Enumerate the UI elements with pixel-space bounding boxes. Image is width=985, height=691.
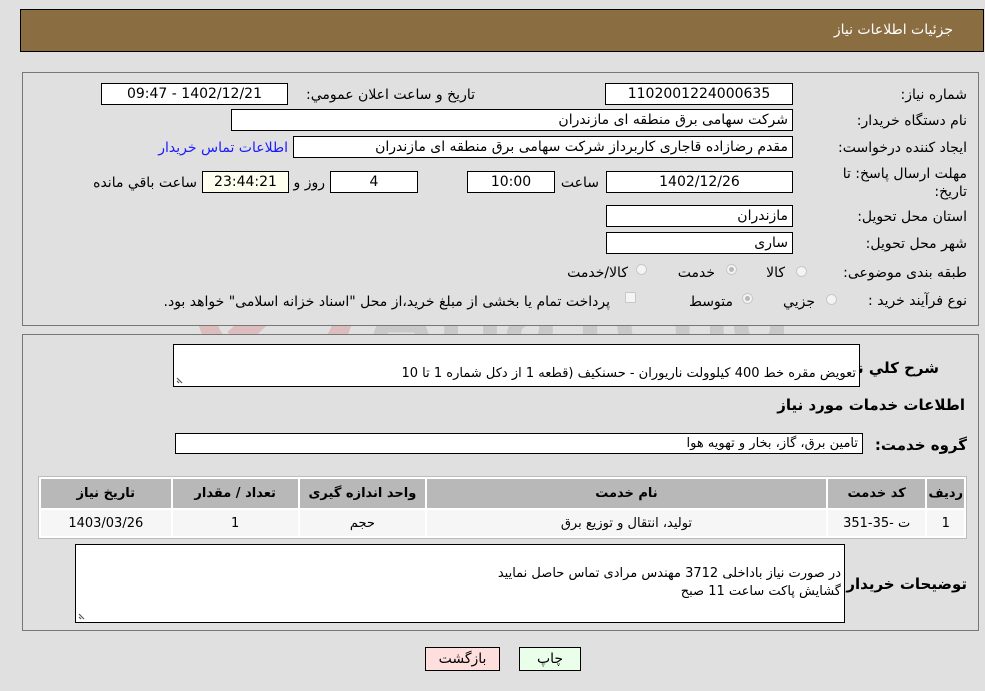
need-number-field: 1102001224000635 [605, 83, 793, 105]
buyer-contact-link[interactable]: اطلاعات تماس خریدار [158, 140, 288, 156]
description-textarea[interactable]: تعویض مقره خط 400 کیلوولت ناریوران - حسن… [173, 344, 860, 387]
province-label: استان محل تحویل: [857, 209, 967, 225]
page-header: جزئیات اطلاعات نیاز [20, 9, 984, 52]
cell-service-code: ت -35-351 [827, 510, 926, 536]
days-remaining-field: 4 [330, 171, 418, 193]
services-section-title: اطلاعات خدمات مورد نياز [777, 396, 965, 414]
buyer-notes-textarea[interactable]: در صورت نیاز باداخلی 3712 مهندس مرادی تم… [75, 544, 845, 623]
cell-row-number: 1 [927, 510, 964, 536]
category-label: طبقه بندی موضوعی: [843, 265, 967, 281]
days-label: روز و [293, 175, 326, 191]
service-group-field: تامین برق، گاز، بخار و تهویه هوا [175, 433, 863, 454]
services-table: رديف كد خدمت نام خدمت واحد اندازه گيری ت… [38, 476, 967, 539]
cell-quantity: 1 [172, 510, 298, 536]
need-number-label: شماره نیاز: [900, 87, 968, 103]
category-radio-service[interactable] [726, 264, 737, 275]
deadline-date-field: 1402/12/26 [606, 171, 793, 193]
purchase-type-option-medium: متوسط [689, 294, 733, 310]
purchase-type-radio-medium[interactable] [742, 293, 753, 304]
col-header-service-code: كد خدمت [827, 479, 926, 508]
deadline-time-field: 10:00 [467, 171, 555, 193]
service-group-label: گروه خدمت: [874, 436, 967, 454]
page-title: جزئیات اطلاعات نیاز [833, 22, 953, 38]
category-radio-goods[interactable] [796, 266, 807, 277]
print-button[interactable]: چاپ [519, 647, 581, 671]
cell-service-name: تولید، انتقال و توزیع برق [427, 510, 826, 536]
requester-label: ایجاد کننده درخواست: [838, 140, 967, 156]
resize-grip-icon[interactable] [176, 374, 186, 384]
purchase-type-radio-minor[interactable] [826, 294, 837, 305]
announce-datetime-label: تاریخ و ساعت اعلان عمومي: [306, 87, 475, 103]
col-header-row-number: رديف [927, 479, 964, 508]
col-header-quantity: تعداد / مقدار [172, 479, 298, 508]
city-label: شهر محل تحویل: [865, 236, 967, 252]
treasury-note: پرداخت تمام یا بخشی از مبلغ خرید،از محل … [163, 294, 610, 310]
time-remaining-label: ساعت باقي مانده [93, 175, 197, 191]
cell-need-date: 1403/03/26 [41, 510, 171, 536]
table-row: 1 ت -35-351 تولید، انتقال و توزیع برق حج… [41, 510, 964, 536]
city-field: ساری [606, 232, 793, 254]
buyer-org-label: نام دستگاه خریدار: [856, 113, 967, 129]
col-header-service-name: نام خدمت [427, 479, 826, 508]
deadline-time-label: ساعت [560, 175, 599, 191]
purchase-type-label: نوع فرآیند خرید : [868, 293, 967, 309]
deadline-label: مهلت ارسال پاسخ: تا تاریخ: [842, 166, 967, 200]
category-option-goods-service: کالا/خدمت [567, 265, 628, 281]
purchase-type-option-minor: جزيي [783, 294, 815, 310]
description-text: تعویض مقره خط 400 کیلوولت ناریوران - حسن… [401, 366, 857, 381]
buyer-notes-label: توضيحات خريدار: [840, 575, 967, 593]
col-header-unit: واحد اندازه گيری [299, 479, 426, 508]
announce-datetime-field: 1402/12/21 - 09:47 [101, 83, 288, 105]
buyer-org-field: شرکت سهامی برق منطقه ای مازندران [231, 109, 793, 131]
treasury-checkbox[interactable] [625, 292, 636, 303]
resize-grip-icon[interactable] [78, 610, 88, 620]
province-field: مازندران [606, 205, 793, 227]
category-option-service: خدمت [677, 265, 715, 281]
category-option-goods: کالا [766, 265, 785, 281]
buyer-notes-text: در صورت نیاز باداخلی 3712 مهندس مرادی تم… [497, 566, 841, 599]
table-header-row: رديف كد خدمت نام خدمت واحد اندازه گيری ت… [41, 479, 964, 508]
col-header-need-date: تاريخ نياز [41, 479, 171, 508]
requester-field: مقدم رضازاده قاجاری کاربرداز شرکت سهامی … [293, 136, 793, 158]
cell-unit: حجم [299, 510, 426, 536]
category-radio-goods-service[interactable] [636, 264, 647, 275]
back-button[interactable]: بازگشت [425, 647, 500, 671]
time-remaining-field: 23:44:21 [202, 171, 289, 193]
